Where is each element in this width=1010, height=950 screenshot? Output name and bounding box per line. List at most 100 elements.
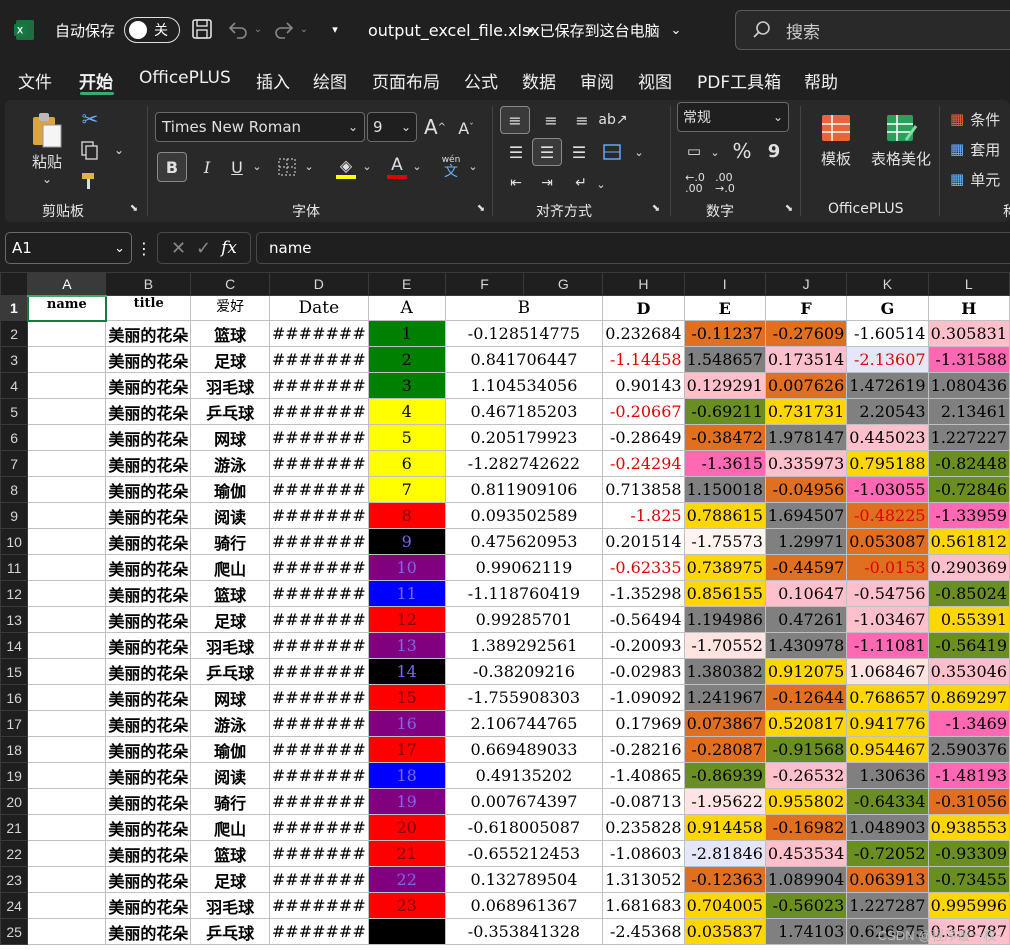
cell-e-value[interactable]: -1.70552 <box>683 632 766 659</box>
orientation-icon[interactable]: ab↗ <box>598 106 627 134</box>
cell-d-value[interactable]: 1.313052 <box>602 866 685 893</box>
select-all-corner[interactable] <box>0 272 29 296</box>
cell-g-value[interactable]: 1.30636 <box>846 762 929 789</box>
cell-d-value[interactable]: -0.56494 <box>602 606 685 633</box>
cell-g-value[interactable]: 0.768657 <box>846 684 929 711</box>
cell-date[interactable]: ####### <box>268 320 369 347</box>
cell-name[interactable] <box>27 424 107 451</box>
cell-name[interactable] <box>27 788 107 815</box>
row-header[interactable]: 2 <box>0 320 29 347</box>
cell-f-value[interactable]: 1.74103 <box>764 918 848 945</box>
cell-g-value[interactable]: -0.72052 <box>846 840 929 867</box>
cell-title[interactable]: 美丽的花朵 <box>105 658 192 685</box>
cell-e-value[interactable]: 0.073867 <box>683 710 766 737</box>
cell-h-value[interactable]: -0.93309 <box>927 840 1010 867</box>
cell-a-value[interactable]: 17 <box>367 736 446 763</box>
cell-f1[interactable]: B <box>444 295 604 321</box>
cell-g-value[interactable]: 1.472619 <box>846 372 929 399</box>
cell-g-value[interactable]: -0.48225 <box>846 502 929 529</box>
cell-h-value[interactable]: -0.85024 <box>927 580 1010 607</box>
cell-g-value[interactable]: 1.048903 <box>846 814 929 841</box>
cell-hobby[interactable]: 骑行 <box>190 528 270 555</box>
cell-g-value[interactable]: -0.0153 <box>846 554 929 581</box>
cell-b-value[interactable]: 0.093502589 <box>444 502 604 529</box>
cell-h-value[interactable]: 2.13461 <box>927 398 1010 425</box>
cell-title[interactable]: 美丽的花朵 <box>105 762 192 789</box>
cell-a-value[interactable]: 12 <box>367 606 446 633</box>
undo-icon[interactable] <box>226 17 250 41</box>
cell-name[interactable] <box>27 450 107 477</box>
cell-date[interactable]: ####### <box>268 554 369 581</box>
cell-g-value[interactable]: 1.227287 <box>846 892 929 919</box>
cell-name[interactable] <box>27 866 107 893</box>
cell-hobby[interactable]: 瑜伽 <box>190 476 270 503</box>
column-header[interactable]: F <box>444 272 525 296</box>
cell-name[interactable] <box>27 632 107 659</box>
cell-e-value[interactable]: 0.856155 <box>683 580 766 607</box>
cell-c1[interactable]: 爱好 <box>190 295 270 321</box>
format-painter-icon[interactable] <box>78 168 102 194</box>
row-header[interactable]: 5 <box>0 398 29 425</box>
cell-e-value[interactable]: -0.38472 <box>683 424 766 451</box>
cell-date[interactable]: ####### <box>268 684 369 711</box>
cell-f-value[interactable]: 0.007626 <box>764 372 848 399</box>
grow-font-button[interactable]: A ^ <box>423 114 447 140</box>
cell-name[interactable] <box>27 528 107 555</box>
column-header[interactable]: C <box>190 272 270 296</box>
cell-a-value[interactable]: 10 <box>367 554 446 581</box>
cell-e-value[interactable]: 0.129291 <box>683 372 766 399</box>
cell-d-value[interactable]: -1.35298 <box>602 580 685 607</box>
cell-h-value[interactable]: -0.82448 <box>927 450 1010 477</box>
cell-f-value[interactable]: 0.173514 <box>764 346 848 373</box>
cell-date[interactable]: ####### <box>268 372 369 399</box>
cell-d-value[interactable]: -1.825 <box>602 502 685 529</box>
cell-title[interactable]: 美丽的花朵 <box>105 866 192 893</box>
cell-e-value[interactable]: 0.788615 <box>683 502 766 529</box>
cell-b-value[interactable]: 0.49135202 <box>444 762 604 789</box>
cell-b-value[interactable]: 0.132789504 <box>444 866 604 893</box>
cell-e-value[interactable]: -2.81846 <box>683 840 766 867</box>
cell-e-value[interactable]: -1.3615 <box>683 450 766 477</box>
cell-b-value[interactable]: 0.467185203 <box>444 398 604 425</box>
search-box[interactable]: 搜索 <box>735 10 1010 50</box>
formula-input[interactable]: name <box>256 232 1010 264</box>
cell-f-value[interactable]: 1.430978 <box>764 632 848 659</box>
row-header[interactable]: 10 <box>0 528 29 555</box>
cell-g-value[interactable]: 0.063913 <box>846 866 929 893</box>
bold-button[interactable]: B <box>157 152 187 182</box>
cell-d-value[interactable]: 0.90143 <box>602 372 685 399</box>
cell-g-value[interactable]: -1.11081 <box>846 632 929 659</box>
decrease-decimal-icon[interactable]: .00 →.0 <box>711 170 739 196</box>
cell-name[interactable] <box>27 684 107 711</box>
cell-date[interactable]: ####### <box>268 814 369 841</box>
undo-dropdown-icon[interactable]: ⌄ <box>252 22 264 36</box>
align-bottom-icon[interactable]: ≡ <box>568 106 596 134</box>
cell-d-value[interactable]: -0.28216 <box>602 736 685 763</box>
cell-a-value[interactable]: 18 <box>367 762 446 789</box>
cell-a-value[interactable]: 2 <box>367 346 446 373</box>
cell-title[interactable]: 美丽的花朵 <box>105 606 192 633</box>
save-icon[interactable] <box>190 17 214 41</box>
cell-date[interactable]: ####### <box>268 632 369 659</box>
menu-draw[interactable]: 绘图 <box>313 68 347 93</box>
cell-g-value[interactable]: -0.64334 <box>846 788 929 815</box>
cut-icon[interactable]: ✂ <box>78 106 102 132</box>
cell-hobby[interactable]: 羽毛球 <box>190 632 270 659</box>
copy-icon[interactable] <box>78 138 102 164</box>
cell-f-value[interactable]: 1.089904 <box>764 866 848 893</box>
cell-name[interactable] <box>27 710 107 737</box>
shrink-font-button[interactable]: Aˇ <box>455 116 477 140</box>
cell-d-value[interactable]: 0.201514 <box>602 528 685 555</box>
cell-e-value[interactable]: 0.704005 <box>683 892 766 919</box>
cell-hobby[interactable]: 乒乓球 <box>190 398 270 425</box>
cell-hobby[interactable]: 足球 <box>190 606 270 633</box>
menu-pdf-tools[interactable]: PDF工具箱 <box>697 68 781 93</box>
cell-title[interactable]: 美丽的花朵 <box>105 372 192 399</box>
format-as-table-button[interactable]: ▦ 套用 <box>950 136 1010 162</box>
cell-name[interactable] <box>27 840 107 867</box>
cell-a-value[interactable]: 9 <box>367 528 446 555</box>
font-color-dropdown-icon[interactable]: ⌄ <box>411 156 423 176</box>
cell-f-value[interactable]: 0.10647 <box>764 580 848 607</box>
cell-a-value[interactable]: 3 <box>367 372 446 399</box>
cell-g-value[interactable]: -1.03467 <box>846 606 929 633</box>
